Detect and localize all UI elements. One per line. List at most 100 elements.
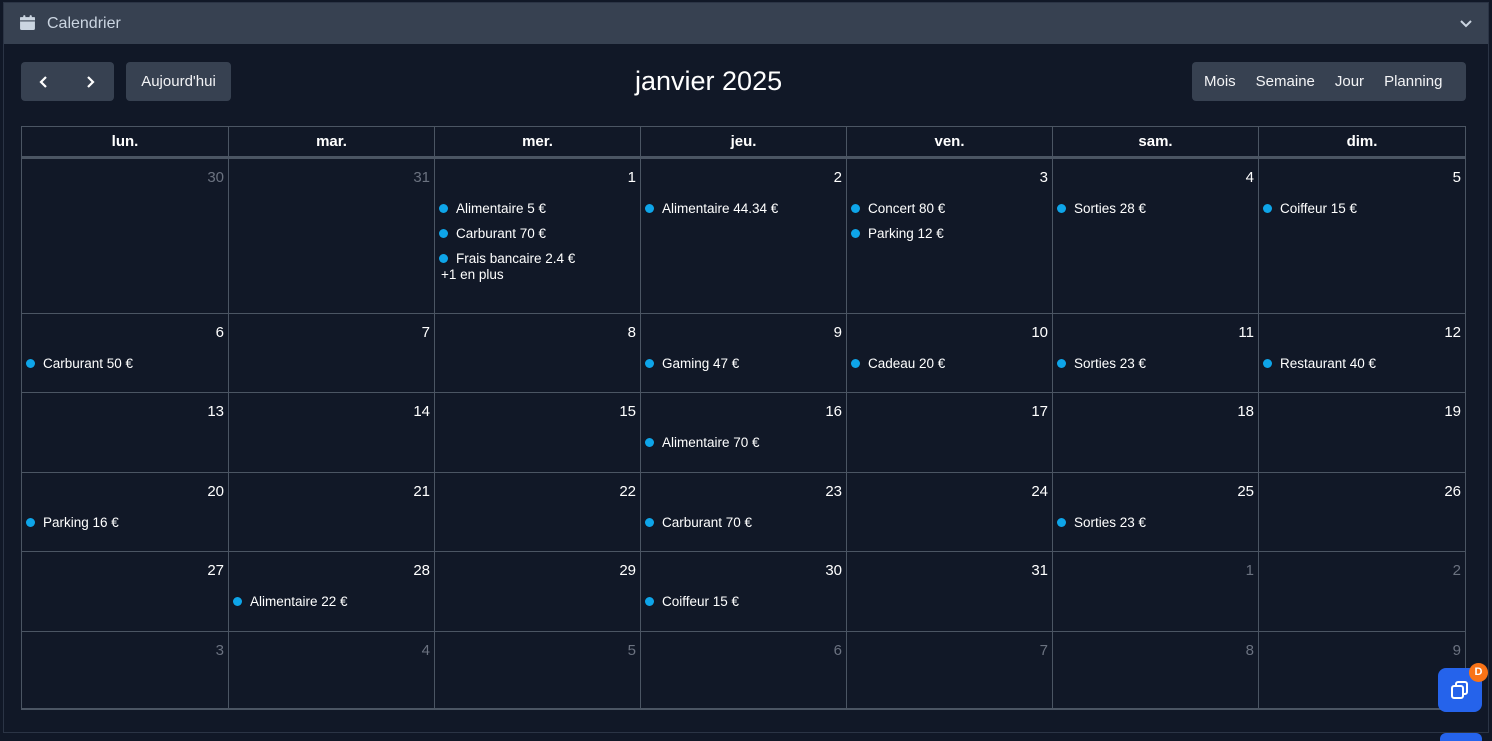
day-number[interactable]: 21 [413, 483, 430, 500]
day-number[interactable]: 27 [207, 562, 224, 579]
calendar-event[interactable]: Sorties 28 € [1056, 196, 1256, 221]
day-cell[interactable]: 3 [22, 632, 229, 709]
day-number[interactable]: 3 [216, 642, 224, 659]
day-cell[interactable]: 1 [1053, 552, 1259, 632]
calendar-event[interactable]: Carburant 70 € [644, 510, 844, 535]
day-cell[interactable]: 11 Sorties 23 € [1053, 314, 1259, 393]
view-day-button[interactable]: Jour [1325, 62, 1374, 101]
day-number[interactable]: 4 [422, 642, 430, 659]
day-number[interactable]: 9 [834, 324, 842, 341]
view-week-button[interactable]: Semaine [1246, 62, 1325, 101]
calendar-event[interactable]: Sorties 23 € [1056, 510, 1256, 535]
day-cell[interactable]: 23 Carburant 70 € [641, 473, 847, 552]
day-cell[interactable]: 31 [229, 159, 435, 314]
day-number[interactable]: 2 [834, 169, 842, 186]
day-number[interactable]: 16 [825, 403, 842, 420]
day-number[interactable]: 24 [1031, 483, 1048, 500]
day-number[interactable]: 8 [1246, 642, 1254, 659]
day-number[interactable]: 6 [834, 642, 842, 659]
day-number[interactable]: 23 [825, 483, 842, 500]
view-planning-button[interactable]: Planning [1374, 62, 1452, 101]
next-month-button[interactable] [67, 62, 113, 101]
day-number[interactable]: 14 [413, 403, 430, 420]
day-number[interactable]: 7 [422, 324, 430, 341]
day-number[interactable]: 1 [1246, 562, 1254, 579]
day-number[interactable]: 4 [1246, 169, 1254, 186]
day-number[interactable]: 12 [1444, 324, 1461, 341]
day-number[interactable]: 22 [619, 483, 636, 500]
day-cell[interactable]: 25 Sorties 23 € [1053, 473, 1259, 552]
calendar-event[interactable]: Alimentaire 44.34 € [644, 196, 844, 221]
day-number[interactable]: 5 [1453, 169, 1461, 186]
chevron-down-icon[interactable] [1458, 15, 1474, 31]
day-cell[interactable]: 30 Coiffeur 15 € [641, 552, 847, 632]
day-cell[interactable]: 4 [229, 632, 435, 709]
day-cell[interactable]: 18 [1053, 393, 1259, 473]
calendar-event[interactable]: Alimentaire 5 € [438, 196, 638, 221]
calendar-event[interactable]: Cadeau 20 € [850, 351, 1050, 376]
view-month-button[interactable]: Mois [1192, 62, 1246, 101]
day-number[interactable]: 7 [1040, 642, 1048, 659]
day-number[interactable]: 26 [1444, 483, 1461, 500]
day-cell[interactable]: 16 Alimentaire 70 € [641, 393, 847, 473]
day-number[interactable]: 2 [1453, 562, 1461, 579]
day-number[interactable]: 29 [619, 562, 636, 579]
day-number[interactable]: 28 [413, 562, 430, 579]
day-cell[interactable]: 9 Gaming 47 € [641, 314, 847, 393]
calendar-event[interactable]: Sorties 23 € [1056, 351, 1256, 376]
day-cell[interactable]: 6 [641, 632, 847, 709]
calendar-event[interactable]: Carburant 70 € [438, 221, 638, 246]
calendar-event[interactable]: Carburant 50 € [25, 351, 226, 376]
day-number[interactable]: 6 [216, 324, 224, 341]
day-number[interactable]: 8 [628, 324, 636, 341]
day-cell[interactable]: 10 Cadeau 20 € [847, 314, 1053, 393]
day-cell[interactable]: 15 [435, 393, 641, 473]
day-cell[interactable]: 6 Carburant 50 € [22, 314, 229, 393]
more-events-link[interactable]: +1 en plus [441, 267, 638, 282]
day-cell[interactable]: 27 [22, 552, 229, 632]
day-number[interactable]: 10 [1031, 324, 1048, 341]
day-number[interactable]: 9 [1453, 642, 1461, 659]
calendar-event[interactable]: Alimentaire 22 € [232, 589, 432, 614]
calendar-event[interactable]: Gaming 47 € [644, 351, 844, 376]
day-number[interactable]: 30 [207, 169, 224, 186]
day-number[interactable]: 3 [1040, 169, 1048, 186]
day-number[interactable]: 30 [825, 562, 842, 579]
day-cell[interactable]: 22 [435, 473, 641, 552]
calendar-event[interactable]: Parking 16 € [25, 510, 226, 535]
day-number[interactable]: 19 [1444, 403, 1461, 420]
day-number[interactable]: 1 [628, 169, 636, 186]
day-number[interactable]: 11 [1238, 324, 1254, 341]
calendar-event[interactable]: Coiffeur 15 € [644, 589, 844, 614]
day-cell[interactable]: 29 [435, 552, 641, 632]
day-cell[interactable]: 2 Alimentaire 44.34 € [641, 159, 847, 314]
day-number[interactable]: 13 [207, 403, 224, 420]
day-number[interactable]: 31 [413, 169, 430, 186]
day-cell[interactable]: 9 [1259, 632, 1466, 709]
calendar-event[interactable]: Coiffeur 15 € [1262, 196, 1463, 221]
day-number[interactable]: 17 [1031, 403, 1048, 420]
day-cell[interactable]: 5 [435, 632, 641, 709]
day-cell[interactable]: 21 [229, 473, 435, 552]
secondary-fab[interactable] [1440, 733, 1482, 741]
panel-header[interactable]: Calendrier [4, 3, 1488, 44]
day-number[interactable]: 5 [628, 642, 636, 659]
day-cell[interactable]: 17 [847, 393, 1053, 473]
prev-month-button[interactable] [21, 62, 67, 101]
day-cell[interactable]: 4 Sorties 28 € [1053, 159, 1259, 314]
day-cell[interactable]: 7 [847, 632, 1053, 709]
day-cell[interactable]: 14 [229, 393, 435, 473]
day-cell[interactable]: 2 [1259, 552, 1466, 632]
day-number[interactable]: 18 [1237, 403, 1254, 420]
day-cell[interactable]: 24 [847, 473, 1053, 552]
day-cell[interactable]: 20 Parking 16 € [22, 473, 229, 552]
day-cell[interactable]: 1 Alimentaire 5 € Carburant 70 € Frais banc… [435, 159, 641, 314]
day-cell[interactable]: 8 [1053, 632, 1259, 709]
calendar-event[interactable]: Restaurant 40 € [1262, 351, 1463, 376]
day-cell[interactable]: 5 Coiffeur 15 € [1259, 159, 1466, 314]
calendar-event[interactable]: Concert 80 € [850, 196, 1050, 221]
day-number[interactable]: 25 [1237, 483, 1254, 500]
day-number[interactable]: 31 [1031, 562, 1048, 579]
today-button[interactable]: Aujourd'hui [126, 62, 231, 101]
day-cell[interactable]: 13 [22, 393, 229, 473]
